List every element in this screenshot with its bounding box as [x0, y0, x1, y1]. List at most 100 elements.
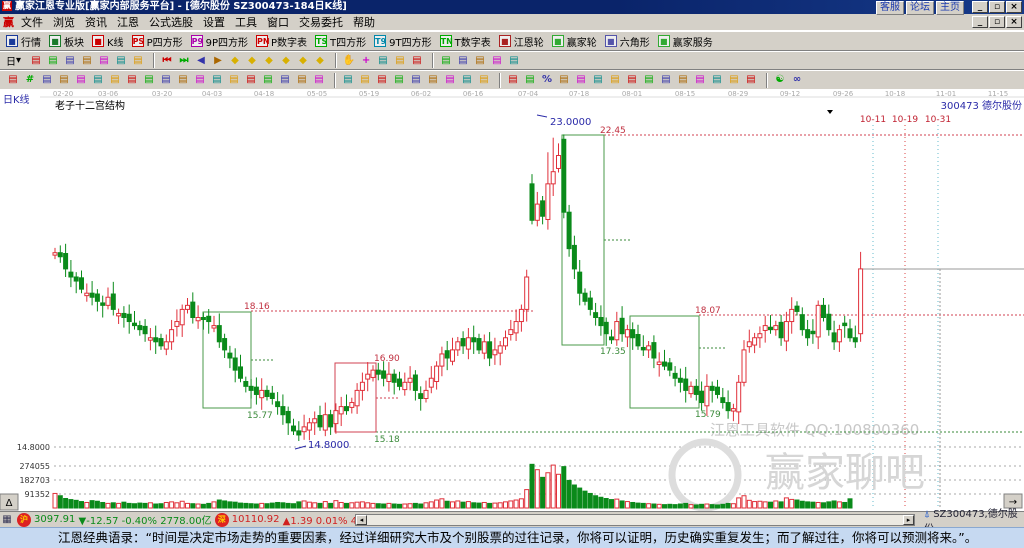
toolbar-button-sector-blocks[interactable]: ■ 板块 — [49, 34, 84, 49]
angle-icon[interactable]: ▤ — [176, 73, 190, 87]
gann-box-icon[interactable]: ▤ — [375, 73, 389, 87]
menu-news[interactable]: 资讯 — [80, 14, 112, 30]
fan6-icon[interactable]: ▤ — [727, 73, 741, 87]
chart-down-icon[interactable]: ▤ — [80, 54, 94, 68]
menu-trade[interactable]: 交易委托 — [294, 14, 348, 30]
info-icon[interactable]: ▤ — [46, 54, 60, 68]
menu-help[interactable]: 帮助 — [348, 14, 380, 30]
flag-icon[interactable]: ▤ — [131, 54, 145, 68]
target-icon[interactable]: ▤ — [193, 73, 207, 87]
rect-icon[interactable]: ▤ — [341, 73, 355, 87]
gold-line-icon[interactable]: ▤ — [591, 73, 605, 87]
diamond-4-icon[interactable]: ◆ — [279, 54, 293, 68]
shanghai-index-icon[interactable]: 沪 — [17, 512, 31, 527]
toolbar-button-t-number-table[interactable]: TN T数字表 — [439, 34, 491, 49]
hand-icon[interactable]: ✋ — [342, 54, 356, 68]
fan5-icon[interactable]: ▤ — [710, 73, 724, 87]
draw-line-icon[interactable]: ▤ — [376, 54, 390, 68]
arc-icon[interactable]: ▤ — [244, 73, 258, 87]
calculator-icon[interactable]: ▦ — [0, 512, 14, 527]
menu-file[interactable]: 文件 — [16, 14, 48, 30]
first-icon[interactable]: ⏮ — [160, 54, 174, 68]
cross-icon[interactable]: ▤ — [210, 73, 224, 87]
list-icon[interactable]: ▤ — [506, 73, 520, 87]
toolbar-button-p-number-table[interactable]: PN P数字表 — [256, 34, 307, 49]
menu-browse[interactable]: 浏览 — [48, 14, 80, 30]
pen-icon[interactable]: ▤ — [6, 73, 20, 87]
toolbar-button-quote-table[interactable]: ■ 行情 — [6, 34, 41, 49]
child-minimize-button[interactable]: _ — [972, 16, 988, 28]
toolbar-button-hexagon[interactable]: ■ 六角形 — [604, 34, 650, 49]
hash-icon[interactable]: # — [23, 73, 37, 87]
kline-chart[interactable]: 02-20 03-06 03-20 04-03 04-18 05-05 05-19 06-02… — [0, 89, 1024, 511]
fan4-icon[interactable]: ▤ — [693, 73, 707, 87]
period-select[interactable]: 日 ▾ — [6, 53, 21, 68]
lines-icon[interactable]: ▤ — [477, 73, 491, 87]
gold-coin-icon[interactable]: ▤ — [574, 73, 588, 87]
percent-line-icon[interactable]: ▤ — [557, 73, 571, 87]
window-icon[interactable]: ▤ — [29, 54, 43, 68]
menu-window[interactable]: 窗口 — [262, 14, 294, 30]
homepage-link[interactable]: 主页 — [936, 1, 964, 15]
red-box-icon[interactable]: ▤ — [278, 73, 292, 87]
scroll-right-button[interactable]: ▸ — [903, 515, 914, 525]
angle2-icon[interactable]: ▤ — [409, 73, 423, 87]
chart-canvas[interactable]: 02-20 03-06 03-20 04-03 04-18 05-05 05-19 06-02… — [0, 89, 1024, 511]
save-icon[interactable]: ▤ — [490, 54, 504, 68]
fan-icon[interactable]: ▤ — [358, 73, 372, 87]
red-fork-icon[interactable]: ▤ — [261, 73, 275, 87]
diamond-3-icon[interactable]: ◆ — [262, 54, 276, 68]
diamond-1-icon[interactable]: ◆ — [228, 54, 242, 68]
gold-icon[interactable]: ▤ — [40, 73, 54, 87]
child-close-button[interactable]: × — [1006, 16, 1022, 28]
crosshair-icon[interactable]: + — [359, 54, 373, 68]
minimize-button[interactable]: _ — [972, 1, 988, 13]
restore-button[interactable]: ▫ — [989, 1, 1005, 13]
gold2-icon[interactable]: ▤ — [57, 73, 71, 87]
horizontal-scrollbar[interactable]: ◂ ▸ — [355, 514, 915, 526]
toolbar-button-9p-square[interactable]: P9 9P四方形 — [190, 34, 248, 49]
ratio-icon[interactable]: ▤ — [523, 73, 537, 87]
diamond-2-icon[interactable]: ◆ — [245, 54, 259, 68]
candle-type-icon[interactable]: ▤ — [97, 54, 111, 68]
toolbar-button-gann-wheel[interactable]: ■ 江恩轮 — [498, 34, 544, 49]
fan3-icon[interactable]: ▤ — [676, 73, 690, 87]
transfer-icon[interactable]: ▤ — [507, 54, 521, 68]
calculator-icon[interactable]: ▤ — [456, 54, 470, 68]
customer-service-link[interactable]: 客服 — [876, 1, 904, 15]
gann-grid-icon[interactable]: ▤ — [392, 73, 406, 87]
tool-icon[interactable]: ▤ — [608, 73, 622, 87]
close-button[interactable]: × — [1006, 1, 1022, 13]
scroll-left-button[interactable]: ◂ — [356, 515, 367, 525]
chart-up-icon[interactable]: ▤ — [63, 54, 77, 68]
grid2-icon[interactable]: ▤ — [443, 73, 457, 87]
circle-icon[interactable]: ▤ — [125, 73, 139, 87]
fan7-icon[interactable]: ▤ — [744, 73, 758, 87]
diamond-6-icon[interactable]: ◆ — [313, 54, 327, 68]
matrix-icon[interactable]: ▤ — [295, 73, 309, 87]
toolbar-button-winner-wheel[interactable]: ■ 赢家轮 — [551, 34, 597, 49]
shenzhen-index-icon[interactable]: 深 — [214, 512, 229, 527]
fib-icon[interactable]: ▤ — [159, 73, 173, 87]
chip-icon[interactable]: ▤ — [410, 54, 424, 68]
menu-settings[interactable]: 设置 — [198, 14, 230, 30]
eraser-icon[interactable]: ▤ — [108, 73, 122, 87]
taiji-icon[interactable]: ☯ — [773, 73, 787, 87]
toolbar-button-t-square[interactable]: TS T四方形 — [315, 34, 366, 49]
toolbar-button-winner-service[interactable]: ■ 赢家服务 — [657, 34, 713, 49]
zigzag-icon[interactable]: ▤ — [426, 73, 440, 87]
bars-icon[interactable]: ▤ — [142, 73, 156, 87]
box-icon[interactable]: ▤ — [227, 73, 241, 87]
prev-icon[interactable]: ◀ — [194, 54, 208, 68]
infinity-icon[interactable]: ∞ — [790, 73, 804, 87]
wave-icon[interactable]: ▤ — [91, 73, 105, 87]
span-icon[interactable]: ▤ — [312, 73, 326, 87]
toolbar-button-candlestick[interactable]: ■ K线 — [92, 34, 124, 49]
last-icon[interactable]: ⏭ — [177, 54, 191, 68]
gold-bar-icon[interactable]: ▤ — [642, 73, 656, 87]
fan2-icon[interactable]: ▤ — [659, 73, 673, 87]
percent-icon[interactable]: % — [540, 73, 554, 87]
grid-icon[interactable]: ▤ — [74, 73, 88, 87]
menu-gann[interactable]: 江恩 — [112, 14, 144, 30]
next-icon[interactable]: ▶ — [211, 54, 225, 68]
